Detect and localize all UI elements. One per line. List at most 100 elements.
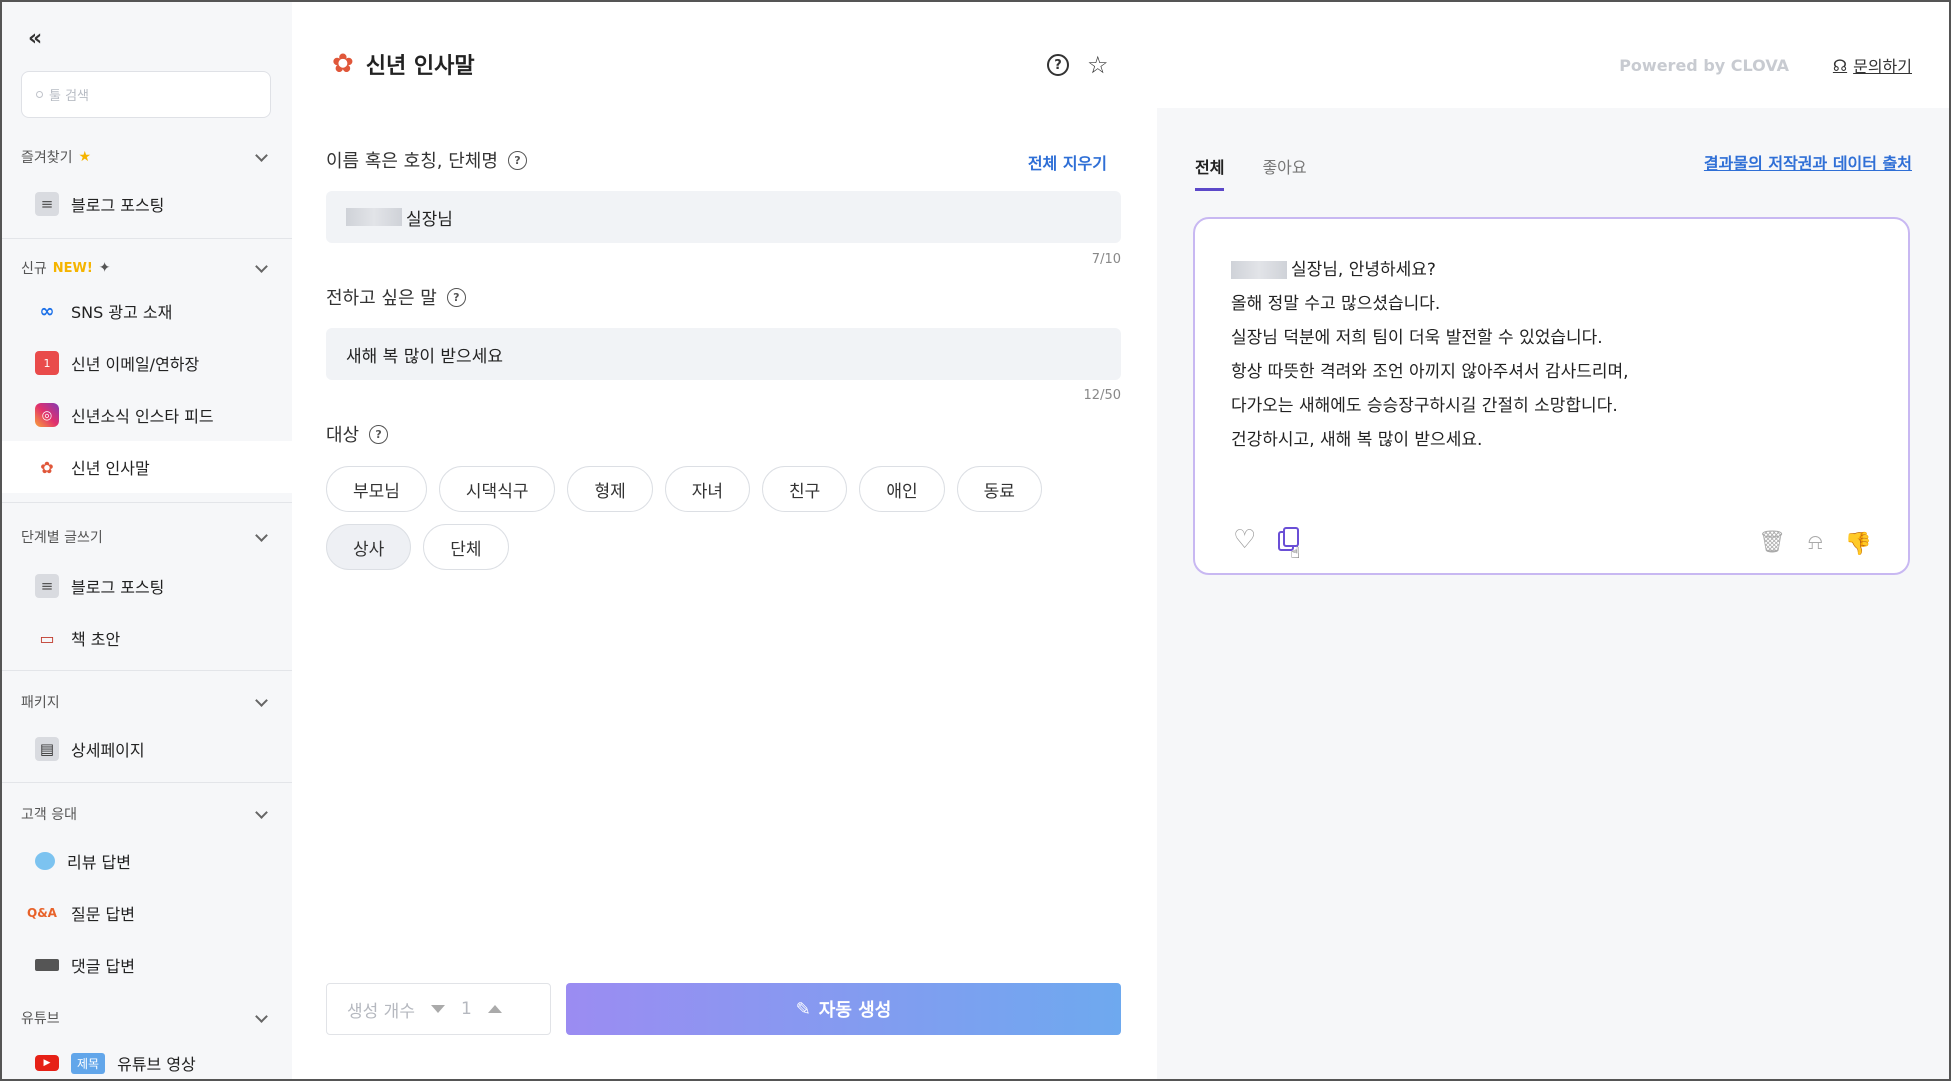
sidebar-item-label: 블로그 포스팅 — [71, 196, 165, 215]
generation-count-label: 생성 개수 — [347, 1001, 415, 1022]
message-label: 전하고 싶은 말 — [326, 288, 437, 309]
tab-all[interactable]: 전체 — [1195, 154, 1225, 191]
result-line: 실장님 덕분에 저희 팀이 더욱 발전할 수 있었습니다. — [1231, 328, 1603, 348]
increment-icon[interactable] — [487, 1005, 502, 1013]
keyboard-icon — [35, 959, 59, 971]
result-line: 항상 따뜻한 격려와 조언 아끼지 않아주셔서 감사드리며, — [1231, 362, 1629, 382]
name-input[interactable]: 실장님 — [326, 191, 1121, 243]
page-title: 신년 인사말 — [365, 54, 475, 79]
target-label: 대상 — [326, 425, 360, 446]
section-header-package[interactable]: 패키지 — [2, 689, 292, 715]
sidebar-item-label: SNS 광고 소재 — [71, 303, 173, 322]
target-label-row: 대상 ? — [326, 421, 389, 447]
trash-icon[interactable]: 🗑 — [1758, 530, 1786, 555]
sidebar-item-blog-posting[interactable]: ≡ 블로그 포스팅 — [2, 178, 292, 230]
meta-icon: ∞ — [39, 300, 55, 322]
section-header-favorites[interactable]: 즐겨찾기 ★ — [2, 144, 292, 170]
message-input[interactable]: 새해 복 많이 받으세요 — [326, 328, 1121, 380]
name-input-value: 실장님 — [406, 209, 453, 230]
sidebar-item-instagram-feed[interactable]: ◎ 신년소식 인스타 피드 — [2, 389, 292, 441]
sidebar-item-book-draft[interactable]: ▭ 책 초안 — [2, 612, 292, 664]
tab-liked[interactable]: 좋아요 — [1262, 154, 1306, 191]
search-icon — [36, 91, 43, 98]
sidebar-item-question-reply[interactable]: Q&A 질문 답변 — [2, 887, 292, 939]
sidebar-item-review-reply[interactable]: 리뷰 답변 — [2, 835, 292, 887]
blog-icon: ≡ — [35, 192, 59, 216]
section-header-new[interactable]: 신규 NEW! ✦ — [2, 255, 292, 281]
sidebar-item-new-year-email[interactable]: 1 신년 이메일/연하장 — [2, 337, 292, 389]
name-label: 이름 혹은 호칭, 단체명 — [326, 151, 498, 172]
section-title: 패키지 — [21, 695, 60, 711]
chevron-down-icon — [255, 805, 268, 819]
chip-target[interactable]: 자녀 — [664, 466, 751, 512]
help-icon[interactable]: ? — [446, 287, 466, 307]
auto-generate-label: 자동 생성 — [818, 1000, 892, 1021]
chevron-down-icon — [255, 693, 268, 707]
collapse-sidebar-icon[interactable]: « — [28, 26, 42, 51]
sidebar-item-youtube-video[interactable]: ▶ 제목 유튜브 영상 — [2, 1037, 292, 1079]
page-header: ✿ 신년 인사말 — [332, 48, 475, 80]
chip-target[interactable]: 형제 — [567, 466, 653, 512]
section-header-customer-service[interactable]: 고객 응대 — [2, 801, 292, 827]
chip-target[interactable]: 동료 — [956, 466, 1042, 512]
section-header-step-writing[interactable]: 단계별 글쓰기 — [2, 524, 292, 550]
sidebar-item-label: 신년소식 인스타 피드 — [71, 407, 214, 426]
chip-target[interactable]: 친구 — [762, 466, 848, 512]
alert-icon[interactable]: ⍾ — [1808, 530, 1823, 555]
speech-bubble-icon — [35, 852, 55, 870]
inquiry-label: 문의하기 — [1853, 57, 1912, 76]
new-year-icon: ✿ — [332, 49, 354, 79]
help-icon[interactable]: ? — [369, 424, 389, 444]
sparkle-icon: ✦ — [98, 260, 111, 276]
section-title: 고객 응대 — [21, 807, 77, 823]
help-icon[interactable]: ? — [507, 150, 527, 170]
generation-count-stepper[interactable]: 생성 개수 1 — [326, 983, 551, 1035]
powered-by-text: Powered by CLOVA — [1619, 56, 1789, 75]
new-year-icon: ✿ — [40, 457, 54, 477]
youtube-icon: ▶ — [35, 1055, 59, 1071]
chevron-down-icon — [255, 1009, 268, 1023]
main-form: ✿ 신년 인사말 ? ☆ 이름 혹은 호칭, 단체명 ? 전체 지우기 실장님 … — [292, 2, 1157, 1079]
redacted-name — [346, 208, 402, 226]
card-right-actions: 🗑 ⍾ 👍 — [1758, 530, 1872, 555]
sidebar-item-sns-ad[interactable]: ∞ SNS 광고 소재 — [2, 285, 292, 337]
chip-target[interactable]: 애인 — [859, 466, 945, 512]
chip-target[interactable]: 부모님 — [326, 466, 427, 512]
inquiry-link[interactable]: ☊ 문의하기 — [1833, 53, 1912, 77]
chip-target[interactable]: 단체 — [423, 524, 509, 570]
thumbs-down-icon[interactable]: 👍 — [1845, 530, 1872, 555]
copy-icon[interactable]: ☝ — [1278, 527, 1300, 562]
star-outline-icon[interactable]: ☆ — [1087, 53, 1109, 77]
section-favorites: 즐겨찾기 ★ ≡ 블로그 포스팅 — [2, 144, 292, 230]
clear-all-button[interactable]: 전체 지우기 — [1028, 150, 1107, 174]
sidebar-item-label: 유튜브 영상 — [117, 1055, 196, 1074]
result-text[interactable]: 실장님, 안녕하세요? 올해 정말 수고 많으셨습니다. 실장님 덕분에 저희 … — [1231, 253, 1629, 457]
sidebar-item-label: 책 초안 — [71, 630, 121, 649]
copyright-link[interactable]: 결과물의 저작권과 데이터 출처 — [1704, 150, 1912, 174]
star-icon: ★ — [78, 149, 92, 165]
header-actions: ? ☆ — [1047, 53, 1109, 77]
sidebar-item-blog-posting-step[interactable]: ≡ 블로그 포스팅 — [2, 560, 292, 612]
section-customer-service: 고객 응대 리뷰 답변 Q&A 질문 답변 댓글 답변 — [2, 801, 292, 991]
cursor-icon: ☝ — [1290, 543, 1301, 562]
message-char-count: 12/50 — [1083, 388, 1121, 403]
chevron-down-icon — [255, 528, 268, 542]
section-step-writing: 단계별 글쓰기 ≡ 블로그 포스팅 ▭ 책 초안 — [2, 524, 292, 664]
result-panel: Powered by CLOVA ☊ 문의하기 전체 좋아요 결과물의 저작권과… — [1157, 2, 1949, 1079]
heart-icon[interactable]: ♡ — [1233, 525, 1256, 555]
decrement-icon[interactable] — [430, 1005, 445, 1013]
sidebar-item-comment-reply[interactable]: 댓글 답변 — [2, 939, 292, 991]
sidebar: « 툴 검색 즐겨찾기 ★ ≡ 블로그 포스팅 신규 NEW! ✦ ∞ SNS 광고 … — [2, 2, 292, 1079]
auto-generate-button[interactable]: ✎ 자동 생성 — [566, 983, 1121, 1035]
chip-target-selected[interactable]: 상사 — [326, 524, 412, 570]
chip-target[interactable]: 시댁식구 — [438, 466, 556, 512]
sidebar-item-detail-page[interactable]: ▤ 상세페이지 — [2, 723, 292, 775]
section-header-youtube[interactable]: 유튜브 — [2, 1005, 292, 1031]
book-icon: ▭ — [39, 628, 55, 648]
result-line: 올해 정말 수고 많으셨습니다. — [1231, 294, 1441, 314]
sidebar-item-new-year-greeting[interactable]: ✿ 신년 인사말 — [2, 441, 292, 493]
result-line: 다가오는 새해에도 승승장구하시길 간절히 소망합니다. — [1231, 396, 1618, 416]
help-icon[interactable]: ? — [1047, 54, 1069, 76]
tool-search-input[interactable]: 툴 검색 — [21, 71, 271, 118]
card-left-actions: ♡ ☝ — [1233, 525, 1300, 562]
